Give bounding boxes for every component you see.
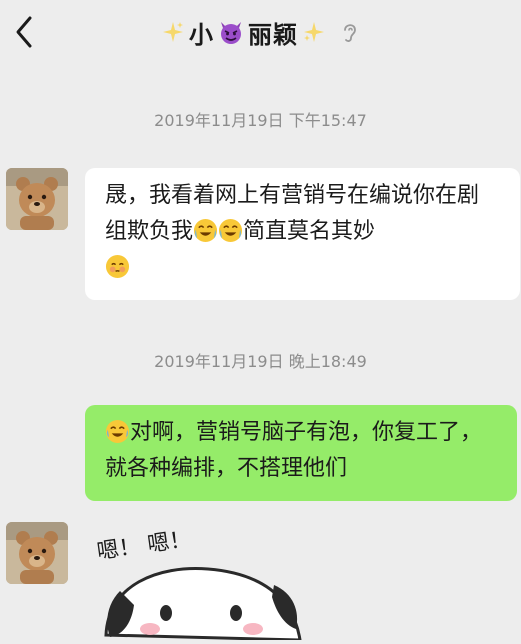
puppy-sticker-icon: 嗯！ 嗯！: [95, 527, 302, 642]
bear-avatar-icon: [6, 168, 68, 230]
ear-icon[interactable]: [340, 20, 360, 44]
message-bubble-outgoing[interactable]: 对啊，营销号脑子有泡，你复工了，就各种编排，不搭理他们: [85, 405, 517, 501]
title-text-right: 丽颖: [248, 20, 298, 49]
avatar[interactable]: [6, 522, 68, 584]
sticker-caption: 嗯！ 嗯！: [95, 527, 193, 565]
crying-laughing-emoji-icon: [193, 218, 218, 243]
chat-title: 小 丽颖: [0, 14, 521, 50]
bear-avatar-icon: [6, 522, 68, 584]
sparkle-icon: [304, 22, 324, 42]
sparkle-icon: [163, 22, 183, 42]
laughing-tears-emoji-icon: [105, 419, 130, 444]
timestamp: 2019年11月19日 下午15:47: [154, 111, 367, 130]
message-text: 对啊，营销号脑子有泡，你复工了，就各种编排，不搭理他们: [105, 420, 483, 481]
devil-emoji-icon: [221, 22, 241, 44]
message-text: 简直莫名其妙: [243, 219, 376, 244]
avatar[interactable]: [6, 168, 68, 230]
chat-header: 小 丽颖: [0, 0, 521, 66]
timestamp: 2019年11月19日 晚上18:49: [154, 352, 367, 371]
crying-laughing-emoji-icon: [218, 218, 243, 243]
sticker-message[interactable]: 嗯！ 嗯！: [88, 525, 338, 642]
flushed-emoji-icon: [105, 254, 130, 279]
message-bubble-incoming[interactable]: 晟，我看着网上有营销号在编说你在剧组欺负我 简直莫名其妙: [85, 168, 520, 300]
title-text-left: 小: [189, 20, 214, 49]
